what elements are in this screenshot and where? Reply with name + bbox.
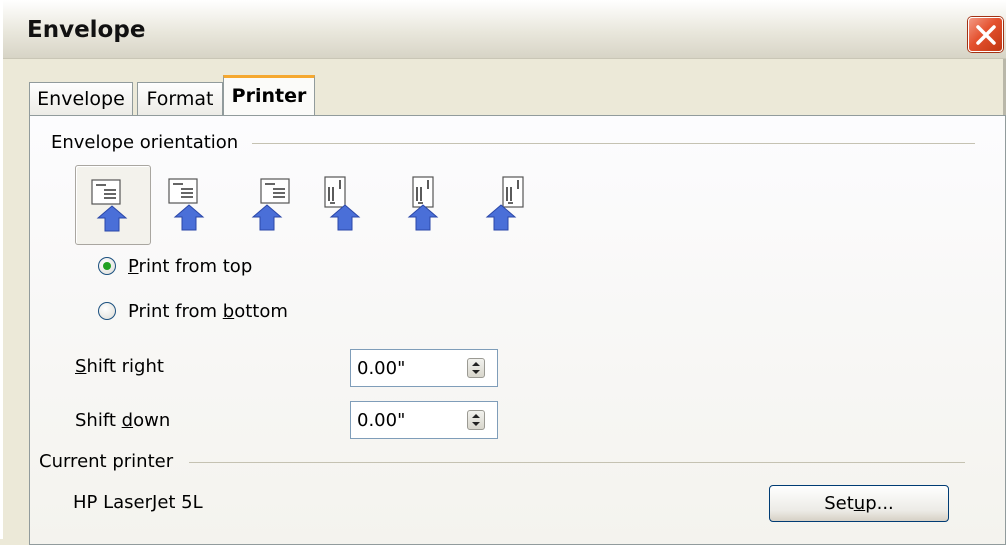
shift-right-value[interactable]: 0.00"	[357, 358, 405, 379]
print-from-bottom-label: Print from bottom	[128, 301, 288, 322]
envelope-portrait-right-icon	[485, 176, 524, 231]
printer-separator	[189, 462, 965, 463]
tab-envelope[interactable]: Envelope	[29, 82, 133, 116]
orientation-option-3[interactable]	[231, 165, 307, 245]
envelope-portrait-center-icon	[407, 176, 439, 231]
window-title: Envelope	[27, 17, 146, 43]
shift-right-spinbox[interactable]: 0.00"	[350, 349, 498, 387]
printer-name: HP LaserJet 5L	[73, 492, 203, 513]
close-button[interactable]	[968, 17, 1003, 52]
envelope-landscape-up-icon	[91, 179, 128, 232]
tab-printer[interactable]: Printer	[223, 75, 315, 116]
envelope-landscape-center-icon	[168, 178, 205, 231]
close-x-icon	[976, 25, 996, 45]
shift-down-value[interactable]: 0.00"	[357, 410, 405, 431]
spin-updown-icon[interactable]	[467, 410, 485, 430]
radio-dot	[103, 262, 111, 270]
title-bar[interactable]: Envelope	[3, 0, 1006, 59]
setup-button[interactable]: Setup...	[769, 485, 949, 522]
envelope-dialog: Envelope Envelope Format Printer Envelop…	[0, 0, 1006, 545]
tab-format[interactable]: Format	[137, 82, 223, 116]
orientation-option-5[interactable]	[387, 165, 463, 245]
orientation-option-2[interactable]	[153, 165, 229, 245]
radio-button-unchecked[interactable]	[98, 302, 116, 320]
orientation-option-6[interactable]	[465, 165, 541, 245]
envelope-orientation-label: Envelope orientation	[51, 132, 239, 153]
current-printer-label: Current printer	[39, 451, 174, 472]
orientation-option-1[interactable]	[75, 165, 151, 245]
shift-down-spinbox[interactable]: 0.00"	[350, 401, 498, 439]
spin-updown-icon[interactable]	[467, 358, 485, 378]
envelope-portrait-left-icon	[324, 176, 361, 231]
orientation-separator	[252, 143, 975, 144]
shift-down-label: Shift down	[75, 410, 171, 431]
shift-right-label: Shift right	[75, 356, 164, 377]
orientation-option-4[interactable]	[309, 165, 385, 245]
radio-button-checked[interactable]	[98, 257, 116, 275]
print-from-top-label: Print from top	[128, 256, 253, 277]
envelope-landscape-right-icon	[251, 178, 290, 231]
